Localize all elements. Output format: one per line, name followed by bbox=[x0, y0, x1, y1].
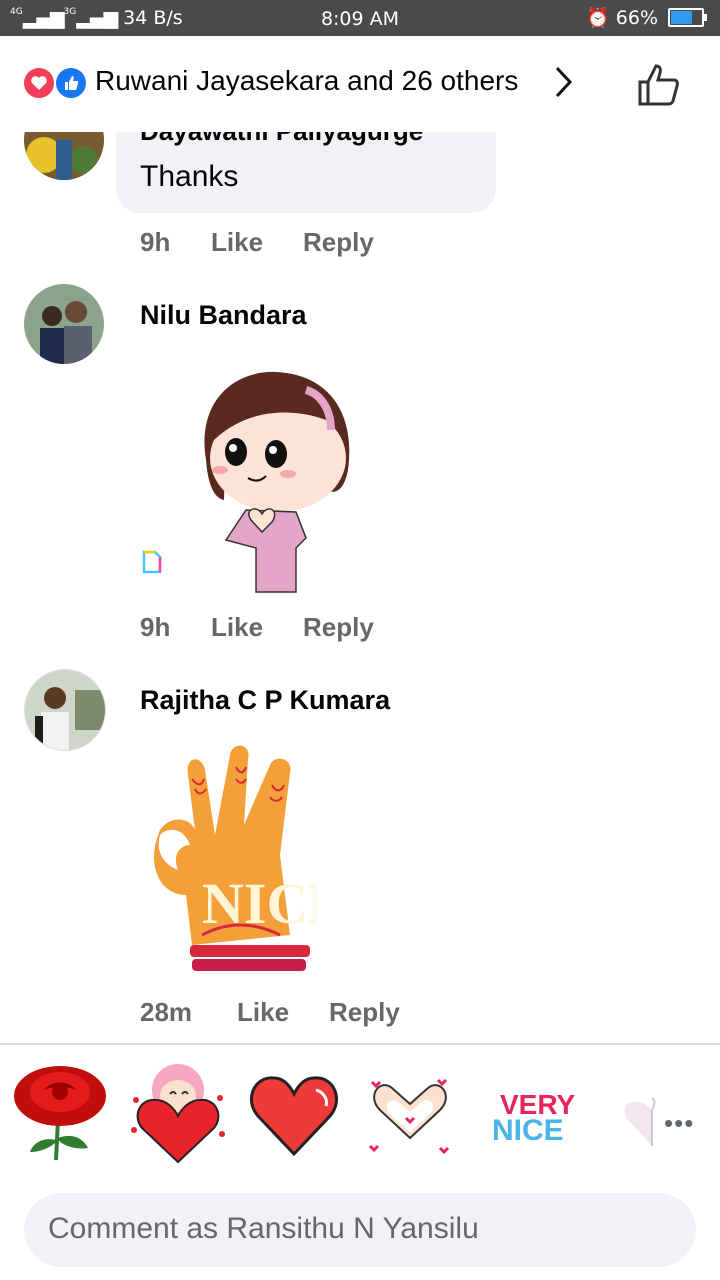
alarm-icon: ⏰ bbox=[586, 7, 610, 29]
girl-heart-sticker[interactable] bbox=[128, 1060, 228, 1164]
very-nice-sticker[interactable]: VERY NICE bbox=[478, 1060, 578, 1164]
sticker-tray: VERY NICE bbox=[0, 1060, 720, 1170]
love-reaction-icon bbox=[22, 66, 56, 100]
rose-sticker[interactable] bbox=[10, 1060, 110, 1164]
comment-time: 9h bbox=[140, 227, 171, 257]
like-reaction-icon bbox=[54, 66, 88, 100]
like-link[interactable]: Like bbox=[211, 227, 263, 258]
chevron-right-icon[interactable] bbox=[552, 64, 576, 100]
gif-badge-icon bbox=[142, 550, 162, 574]
reply-link[interactable]: Reply bbox=[303, 612, 374, 643]
comment-time: 28m bbox=[140, 997, 193, 1027]
girl-heart-hands-sticker[interactable] bbox=[196, 370, 356, 594]
reply-link[interactable]: Reply bbox=[329, 997, 400, 1028]
avatar[interactable] bbox=[24, 284, 104, 364]
divider bbox=[0, 1043, 720, 1045]
comment-time: 9h bbox=[140, 612, 171, 642]
like-button-icon[interactable] bbox=[636, 62, 682, 108]
reply-link[interactable]: Reply bbox=[303, 227, 374, 258]
reactors-link[interactable]: Ruwani Jayasekara and 26 others bbox=[95, 65, 518, 97]
avatar[interactable] bbox=[24, 669, 106, 751]
nice-hand-sticker[interactable]: NICE bbox=[140, 745, 316, 977]
more-stickers-button[interactable]: ••• bbox=[664, 1108, 694, 1139]
heart-hands-sticker[interactable] bbox=[360, 1060, 460, 1164]
like-link[interactable]: Like bbox=[211, 612, 263, 643]
battery-percent: 66% bbox=[615, 6, 658, 29]
red-heart-sticker[interactable] bbox=[244, 1060, 344, 1164]
comment-text: Thanks bbox=[140, 160, 239, 193]
battery-icon bbox=[668, 8, 707, 27]
nice-text: NICE bbox=[492, 1114, 564, 1147]
comment-input[interactable]: Comment as Ransithu N Yansilu bbox=[24, 1193, 696, 1267]
status-bar: 4G▂▄▆3G▂▄▆ 34 B/s 8:09 AM ⏰ 66% bbox=[0, 0, 720, 36]
like-link[interactable]: Like bbox=[237, 997, 289, 1028]
comment-placeholder: Comment as Ransithu N Yansilu bbox=[48, 1212, 479, 1245]
comment-author[interactable]: Nilu Bandara bbox=[140, 300, 307, 331]
comment-author[interactable]: Rajitha C P Kumara bbox=[140, 685, 390, 716]
